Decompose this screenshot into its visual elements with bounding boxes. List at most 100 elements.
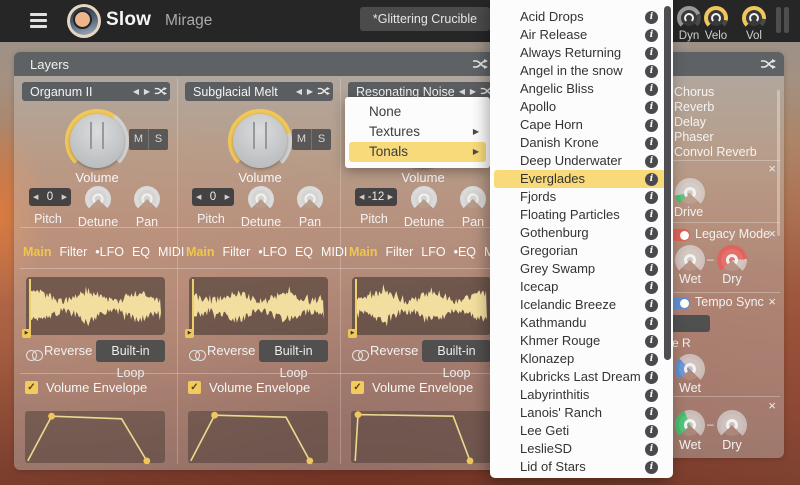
envelope-editor[interactable] (25, 411, 165, 463)
tab-filter[interactable]: Filter (385, 245, 413, 259)
info-icon[interactable]: i (645, 209, 658, 222)
sample-start-handle[interactable]: ▶ (22, 329, 31, 338)
envelope-editor[interactable] (188, 411, 328, 463)
info-icon[interactable]: i (645, 101, 658, 114)
dyn-knob[interactable] (677, 6, 701, 30)
preset-option[interactable]: Icecapi (490, 278, 673, 296)
velo-knob[interactable] (704, 6, 728, 30)
pitch-decrement-icon[interactable]: ◀ (33, 193, 38, 201)
detune-knob[interactable] (248, 186, 274, 212)
info-icon[interactable]: i (645, 299, 658, 312)
legacy-dry-knob[interactable] (717, 245, 747, 275)
info-icon[interactable]: i (645, 191, 658, 204)
preset-option[interactable]: Deep Underwateri (490, 152, 673, 170)
pitch-decrement-icon[interactable]: ◀ (196, 193, 201, 201)
random-sample-icon[interactable] (317, 86, 330, 96)
preset-option[interactable]: Kubricks Last Dreami (490, 368, 673, 386)
envelope-node[interactable] (143, 458, 150, 465)
solo-button[interactable]: S (149, 129, 168, 150)
preset-option[interactable]: Floating Particlesi (490, 206, 673, 224)
info-icon[interactable]: i (645, 263, 658, 276)
fx-effect-convol-reverb[interactable]: Convol Reverb (664, 145, 784, 160)
prev-sample-icon[interactable]: ◀ (296, 87, 302, 96)
preset-option[interactable]: Labyrinthitisi (490, 386, 673, 404)
sample-start-marker[interactable] (192, 279, 194, 333)
envelope-node[interactable] (355, 411, 362, 418)
preset-option[interactable]: Grey Swampi (490, 260, 673, 278)
preset-option[interactable]: Angel in the snowi (490, 62, 673, 80)
envelope-node[interactable] (48, 413, 55, 420)
waveform-display[interactable]: ▶ (189, 277, 328, 335)
builtin-loop-button[interactable]: Built-in Loop (422, 340, 491, 362)
close-icon[interactable]: × (768, 228, 776, 240)
preset-option[interactable]: Fjordsi (490, 188, 673, 206)
info-icon[interactable]: i (645, 227, 658, 240)
preset-option[interactable]: Danish Kronei (490, 134, 673, 152)
context-menu-item-tonals[interactable]: Tonals▶ (349, 142, 486, 162)
close-icon[interactable]: × (768, 163, 776, 175)
info-icon[interactable]: i (645, 335, 658, 348)
tempo-sync-toggle[interactable] (670, 297, 690, 309)
prev-sample-icon[interactable]: ◀ (459, 87, 465, 96)
waveform-display[interactable]: ▶ (26, 277, 165, 335)
fx-effect-reverb[interactable]: Reverb (664, 100, 784, 115)
envelope-node[interactable] (467, 458, 474, 465)
preset-option[interactable]: Kathmandui (490, 314, 673, 332)
volume-knob[interactable] (65, 109, 129, 173)
tab-eq[interactable]: •EQ (454, 245, 476, 259)
reverse-toggle-icon[interactable] (352, 348, 369, 366)
mute-button[interactable]: M (292, 129, 312, 150)
reverse-toggle-icon[interactable] (26, 348, 43, 366)
preset-option[interactable]: Khmer Rougei (490, 332, 673, 350)
preset-option[interactable]: Acid Dropsi (490, 8, 673, 26)
preset-option[interactable]: Icelandic Breezei (490, 296, 673, 314)
builtin-loop-button[interactable]: Built-in Loop (96, 340, 165, 362)
solo-button[interactable]: S (312, 129, 331, 150)
tab-midi[interactable]: MIDI (158, 245, 184, 259)
preset-option[interactable]: Lee Getii (490, 422, 673, 440)
info-icon[interactable]: i (645, 425, 658, 438)
sample-start-marker[interactable] (355, 279, 357, 333)
info-icon[interactable]: i (645, 155, 658, 168)
prev-sample-icon[interactable]: ◀ (133, 87, 139, 96)
mute-solo-buttons[interactable]: M S (292, 129, 331, 150)
preset-option[interactable]: Always Returningi (490, 44, 673, 62)
output-dry-knob[interactable] (717, 410, 747, 440)
tab-filter[interactable]: Filter (222, 245, 250, 259)
legacy-mode-toggle[interactable] (670, 229, 690, 241)
pan-knob[interactable] (460, 186, 486, 212)
info-icon[interactable]: i (645, 461, 658, 474)
info-icon[interactable]: i (645, 281, 658, 294)
info-icon[interactable]: i (645, 119, 658, 132)
pitch-stepper[interactable]: ◀ 0 ▶ (192, 188, 234, 206)
builtin-loop-button[interactable]: Built-in Loop (259, 340, 328, 362)
hamburger-menu-icon[interactable] (30, 13, 47, 28)
preset-option[interactable]: Klonazepi (490, 350, 673, 368)
preset-option[interactable]: Apolloi (490, 98, 673, 116)
preset-option[interactable]: Gregoriani (490, 242, 673, 260)
fx-effect-phaser[interactable]: Phaser (664, 130, 784, 145)
preset-option[interactable]: Lanois' Ranchi (490, 404, 673, 422)
preset-option[interactable]: Evergladesi (494, 170, 666, 188)
preset-option[interactable]: LeslieSDi (490, 440, 673, 458)
tab-eq[interactable]: EQ (132, 245, 150, 259)
tab-main[interactable]: Main (349, 245, 377, 259)
pitch-increment-icon[interactable]: ▶ (388, 193, 393, 201)
fx-effect-chorus[interactable]: Chorus (664, 85, 784, 100)
fx-effect-delay[interactable]: Delay (664, 115, 784, 130)
volume-envelope-checkbox[interactable]: ✓ (25, 381, 38, 394)
info-icon[interactable]: i (645, 407, 658, 420)
pan-knob[interactable] (297, 186, 323, 212)
envelope-node[interactable] (211, 412, 218, 419)
tab-eq[interactable]: EQ (295, 245, 313, 259)
info-icon[interactable]: i (645, 389, 658, 402)
random-sample-icon[interactable] (154, 86, 167, 96)
envelope-node[interactable] (306, 458, 313, 465)
info-icon[interactable]: i (645, 245, 658, 258)
info-icon[interactable]: i (645, 443, 658, 456)
sample-start-handle[interactable]: ▶ (348, 329, 357, 338)
info-icon[interactable]: i (645, 353, 658, 366)
close-icon[interactable]: × (768, 400, 776, 412)
preset-option[interactable]: Cape Horni (490, 116, 673, 134)
shuffle-icon[interactable] (472, 58, 488, 70)
